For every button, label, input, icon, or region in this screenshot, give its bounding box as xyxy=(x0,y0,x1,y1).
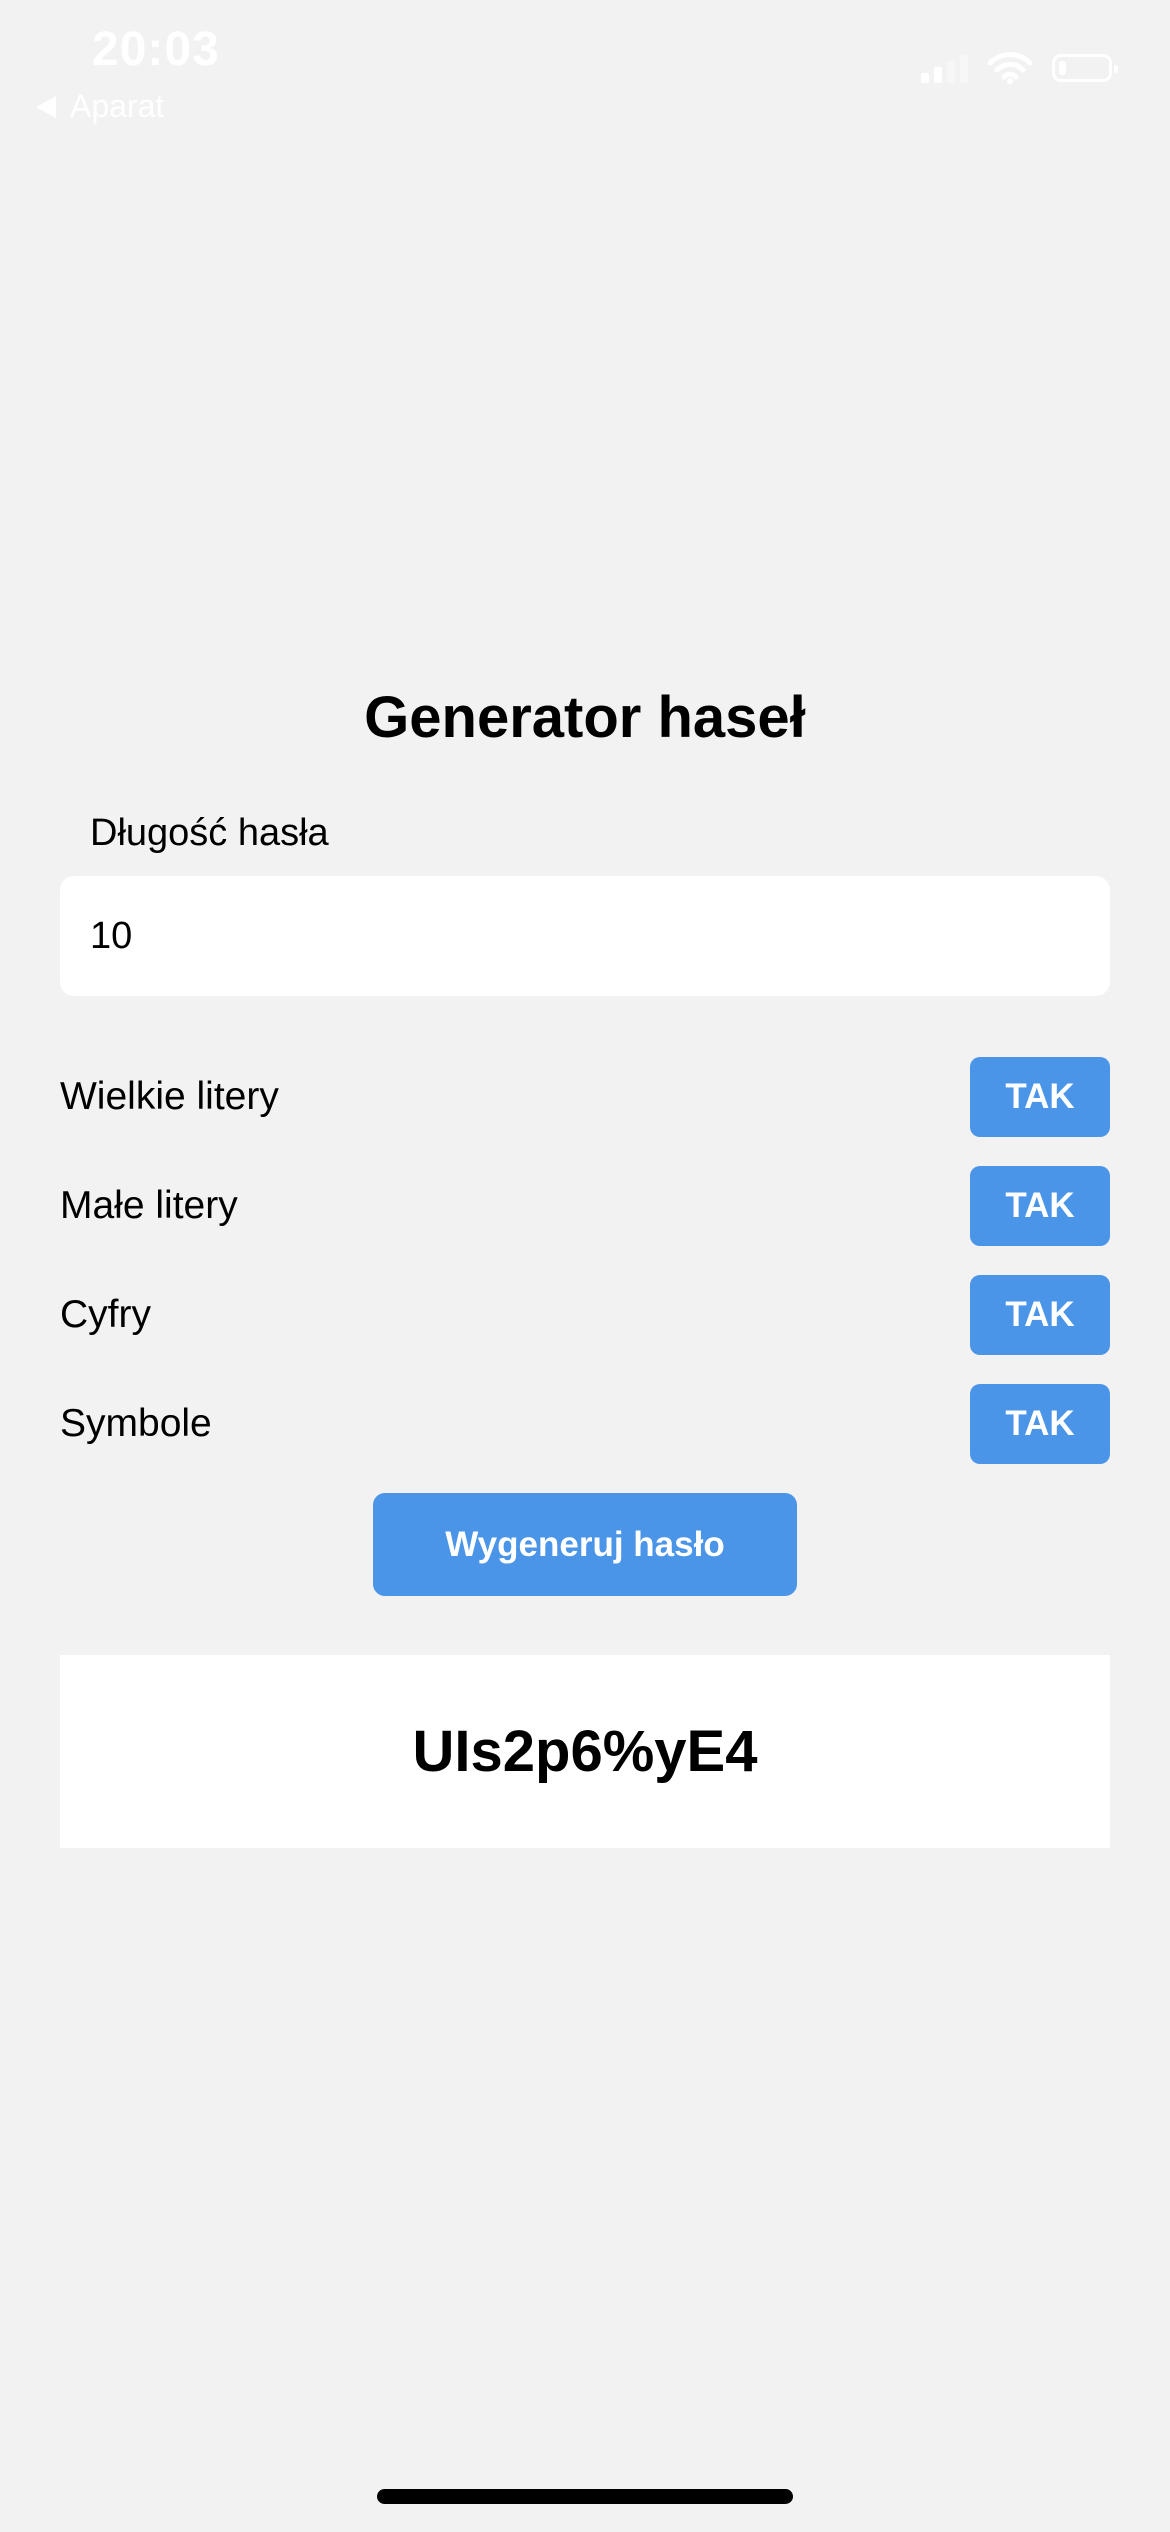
home-indicator[interactable] xyxy=(377,2489,793,2504)
back-to-camera-link[interactable]: Aparat xyxy=(36,88,164,125)
option-row-lowercase: Małe litery TAK xyxy=(60,1166,1110,1246)
back-arrow-icon xyxy=(36,95,56,118)
symbols-toggle-button[interactable]: TAK xyxy=(970,1384,1110,1464)
generated-password-box: UIs2p6%yE4 xyxy=(60,1655,1110,1848)
option-row-uppercase: Wielkie litery TAK xyxy=(60,1057,1110,1137)
password-length-input[interactable]: 10 xyxy=(60,876,1110,996)
generate-password-button[interactable]: Wygeneruj hasło xyxy=(373,1493,797,1596)
option-label-symbols: Symbole xyxy=(60,1402,212,1445)
option-label-lowercase: Małe litery xyxy=(60,1184,238,1227)
password-length-label: Długość hasła xyxy=(90,812,329,854)
back-link-label: Aparat xyxy=(70,88,165,124)
page-title: Generator haseł xyxy=(364,685,806,750)
option-row-symbols: Symbole TAK xyxy=(60,1384,1110,1464)
wifi-icon xyxy=(988,52,1032,84)
signal-icon xyxy=(921,53,968,83)
option-row-digits: Cyfry TAK xyxy=(60,1275,1110,1355)
option-label-uppercase: Wielkie litery xyxy=(60,1075,279,1118)
digits-toggle-button[interactable]: TAK xyxy=(970,1275,1110,1355)
status-icons xyxy=(921,52,1118,84)
option-label-digits: Cyfry xyxy=(60,1293,151,1336)
generated-password-text: UIs2p6%yE4 xyxy=(412,1719,758,1784)
uppercase-toggle-button[interactable]: TAK xyxy=(970,1057,1110,1137)
lowercase-toggle-button[interactable]: TAK xyxy=(970,1166,1110,1246)
status-time: 20:03 xyxy=(92,23,220,76)
battery-icon xyxy=(1052,54,1118,82)
